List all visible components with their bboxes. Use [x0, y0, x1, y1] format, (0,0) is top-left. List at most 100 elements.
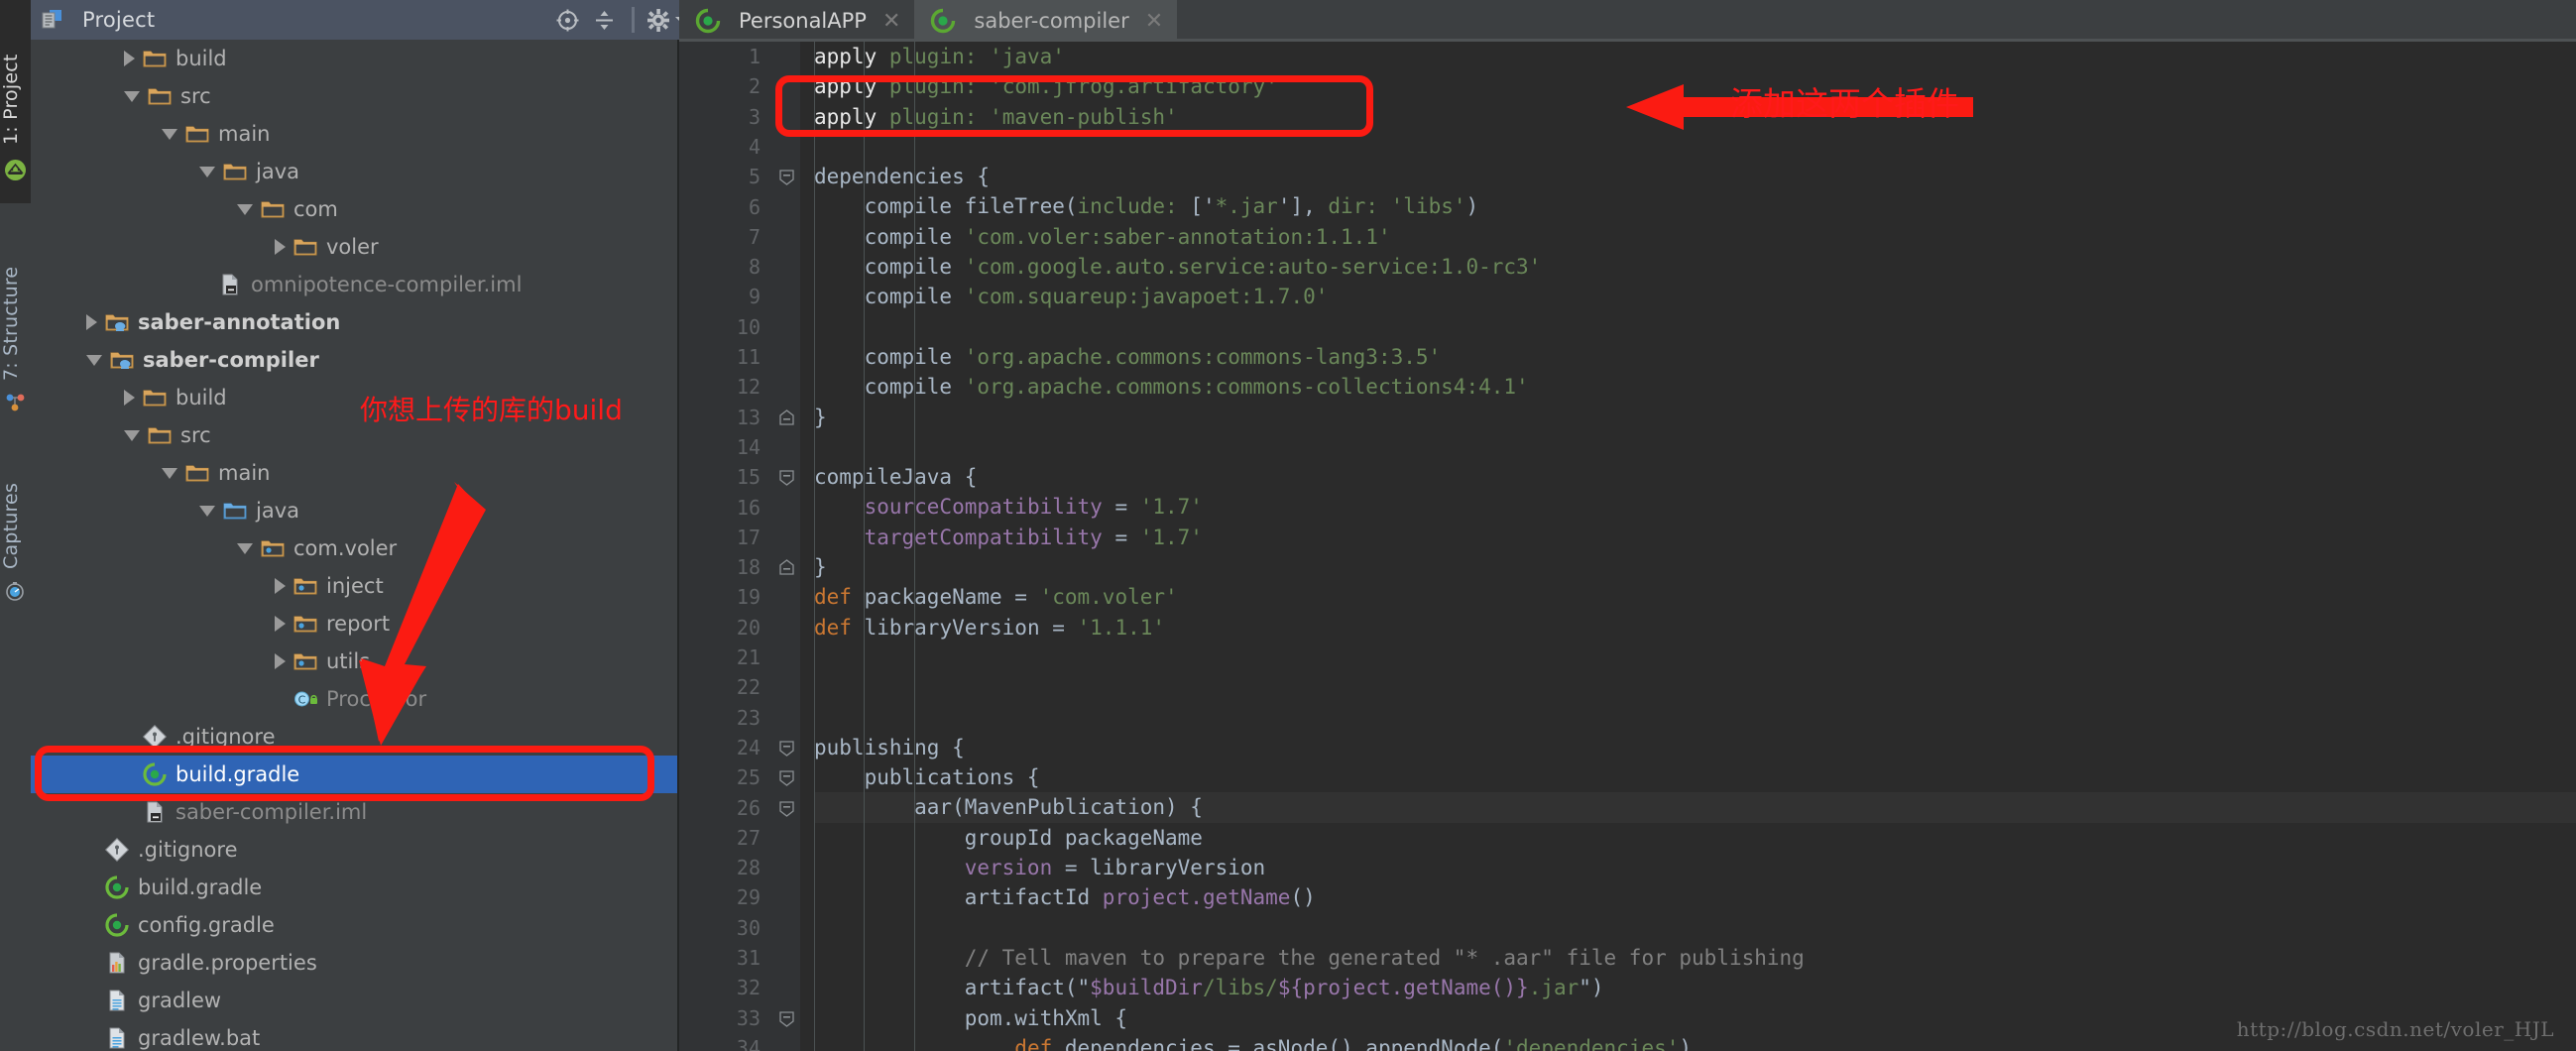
tree-row-omnipotence-compiler-iml[interactable]: omnipotence-compiler.iml: [31, 266, 677, 303]
chevron-right-icon[interactable]: [275, 578, 286, 594]
chevron-down-icon[interactable]: [162, 467, 177, 479]
line-number: 27: [736, 825, 761, 850]
tree-row-report[interactable]: report: [31, 605, 677, 642]
sidebar-item-captures[interactable]: Captures: [0, 426, 31, 575]
code-line: compile 'com.squareup:javapoet:1.7.0': [814, 282, 2576, 311]
code-token: 'com.squareup:javapoet:1.7.0': [964, 285, 1329, 309]
code-folding-gutter[interactable]: [774, 42, 800, 1051]
tree-row-voler[interactable]: voler: [31, 228, 677, 266]
tree-row-label: inject: [326, 573, 384, 598]
fold-collapse-icon[interactable]: [778, 169, 795, 186]
tree-row-label: voler: [326, 234, 379, 259]
code-line: artifact("$buildDir/libs/${project.getNa…: [814, 973, 2576, 1002]
tree-row-saber-annotation[interactable]: saber-annotation: [31, 303, 677, 341]
tree-row-build[interactable]: build: [31, 379, 677, 416]
code-line: apply plugin: 'java': [814, 42, 2576, 71]
tree-row-label: src: [180, 422, 211, 447]
sidebar-item-structure-label: 7: Structure: [0, 266, 22, 381]
code-token: compileJava {: [814, 465, 978, 490]
project-tree[interactable]: build src main java com voler omnipotence-comp…: [31, 40, 677, 1051]
fold-end-icon[interactable]: [778, 409, 795, 426]
tab-personalapp[interactable]: PersonalAPP ✕: [679, 0, 915, 42]
code-line: compile 'org.apache.commons:commons-lang…: [814, 342, 2576, 372]
code-editor[interactable]: 1 2 3 4 5 6 7 8 9 10 11 12 13 14 15 16 17 18 19 20 21 22 23 24 2…: [679, 42, 2576, 1051]
chevron-right-icon[interactable]: [124, 51, 135, 66]
fold-collapse-icon[interactable]: [778, 740, 795, 757]
package-icon: [260, 535, 286, 561]
tree-row-com-voler[interactable]: com.voler: [31, 529, 677, 567]
code-token: artifact(": [814, 976, 1091, 1000]
close-icon[interactable]: ✕: [882, 9, 900, 34]
code-line: compile 'com.voler:saber-annotation:1.1.…: [814, 222, 2576, 252]
tree-row-java[interactable]: java: [31, 492, 677, 529]
tree-row-build[interactable]: build: [31, 40, 677, 77]
tree-row--gitignore[interactable]: .gitignore: [31, 831, 677, 869]
fold-collapse-icon[interactable]: [778, 769, 795, 787]
line-number: 13: [736, 405, 761, 429]
locate-icon[interactable]: [550, 8, 584, 33]
chevron-down-icon[interactable]: [237, 542, 253, 554]
gradle-icon: [930, 8, 956, 34]
tree-row-inject[interactable]: inject: [31, 567, 677, 605]
line-number: 33: [736, 1005, 761, 1030]
tree-row-main[interactable]: main: [31, 115, 677, 153]
chevron-down-icon[interactable]: [124, 429, 140, 441]
chevron-down-icon[interactable]: [162, 128, 177, 140]
line-number: 5: [748, 165, 761, 189]
chevron-right-icon[interactable]: [86, 314, 97, 330]
tab-saber-compiler-label: saber-compiler: [974, 9, 1129, 33]
line-number: 10: [736, 314, 761, 339]
structure-icon: [4, 392, 27, 414]
tree-row--gitignore[interactable]: .gitignore: [31, 718, 677, 756]
close-icon[interactable]: ✕: [1145, 9, 1163, 34]
tree-row-utils[interactable]: utils: [31, 642, 677, 680]
code-token: '],: [1277, 194, 1329, 219]
chevron-down-icon[interactable]: [124, 90, 140, 102]
android-studio-icon: [4, 159, 27, 181]
chevron-right-icon[interactable]: [275, 239, 286, 255]
chevron-right-icon[interactable]: [275, 616, 286, 632]
tree-row-src[interactable]: src: [31, 77, 677, 115]
tree-row-saber-compiler-iml[interactable]: saber-compiler.iml: [31, 793, 677, 831]
tree-row-gradlew-bat[interactable]: gradlew.bat: [31, 1019, 677, 1051]
tree-row-src[interactable]: src: [31, 416, 677, 454]
chevron-down-icon[interactable]: [199, 505, 215, 517]
chevron-down-icon[interactable]: [199, 166, 215, 177]
fold-collapse-icon[interactable]: [778, 469, 795, 487]
chevron-right-icon[interactable]: [275, 653, 286, 669]
code-token: compile: [814, 344, 965, 369]
tree-row-label: build: [176, 385, 227, 409]
chevron-down-icon[interactable]: [86, 354, 102, 366]
tree-row-build-gradle[interactable]: build.gradle: [31, 869, 677, 906]
chevron-right-icon[interactable]: [124, 390, 135, 406]
collapse-all-icon[interactable]: [584, 8, 624, 33]
fold-collapse-icon[interactable]: [778, 800, 795, 817]
tree-row-label: report: [326, 611, 391, 636]
tree-row-saber-compiler[interactable]: saber-compiler: [31, 341, 677, 379]
editor-area: PersonalAPP ✕ saber-compiler ✕ 123456789…: [521, 0, 2576, 1051]
fold-end-icon[interactable]: [778, 559, 795, 576]
code-token: compile: [814, 255, 965, 280]
tree-row-gradle-properties[interactable]: gradle.properties: [31, 944, 677, 982]
sidebar-item-structure[interactable]: 7: Structure: [0, 213, 31, 387]
code-text-area[interactable]: apply plugin: 'java' apply plugin: 'com.j…: [800, 42, 2576, 1051]
tree-row-com[interactable]: com: [31, 190, 677, 228]
code-token: '1.7': [1139, 495, 1203, 520]
tree-row-processor[interactable]: C Processor: [31, 680, 677, 718]
tree-row-main[interactable]: main: [31, 454, 677, 492]
code-token: plugin:: [888, 74, 978, 99]
tab-saber-compiler[interactable]: saber-compiler ✕: [914, 0, 1178, 42]
tree-row-config-gradle[interactable]: config.gradle: [31, 906, 677, 944]
code-token: compile: [814, 375, 965, 400]
tree-row-gradlew[interactable]: gradlew: [31, 982, 677, 1019]
code-token: include:: [1077, 194, 1178, 219]
sidebar-item-project[interactable]: 1: Project: [0, 2, 31, 151]
tree-row-java[interactable]: java: [31, 153, 677, 190]
tree-row-build-gradle[interactable]: build.gradle: [31, 756, 677, 793]
fold-collapse-icon[interactable]: [778, 1010, 795, 1027]
code-token: = libraryVersion: [1052, 856, 1266, 880]
chevron-down-icon[interactable]: [237, 203, 253, 215]
